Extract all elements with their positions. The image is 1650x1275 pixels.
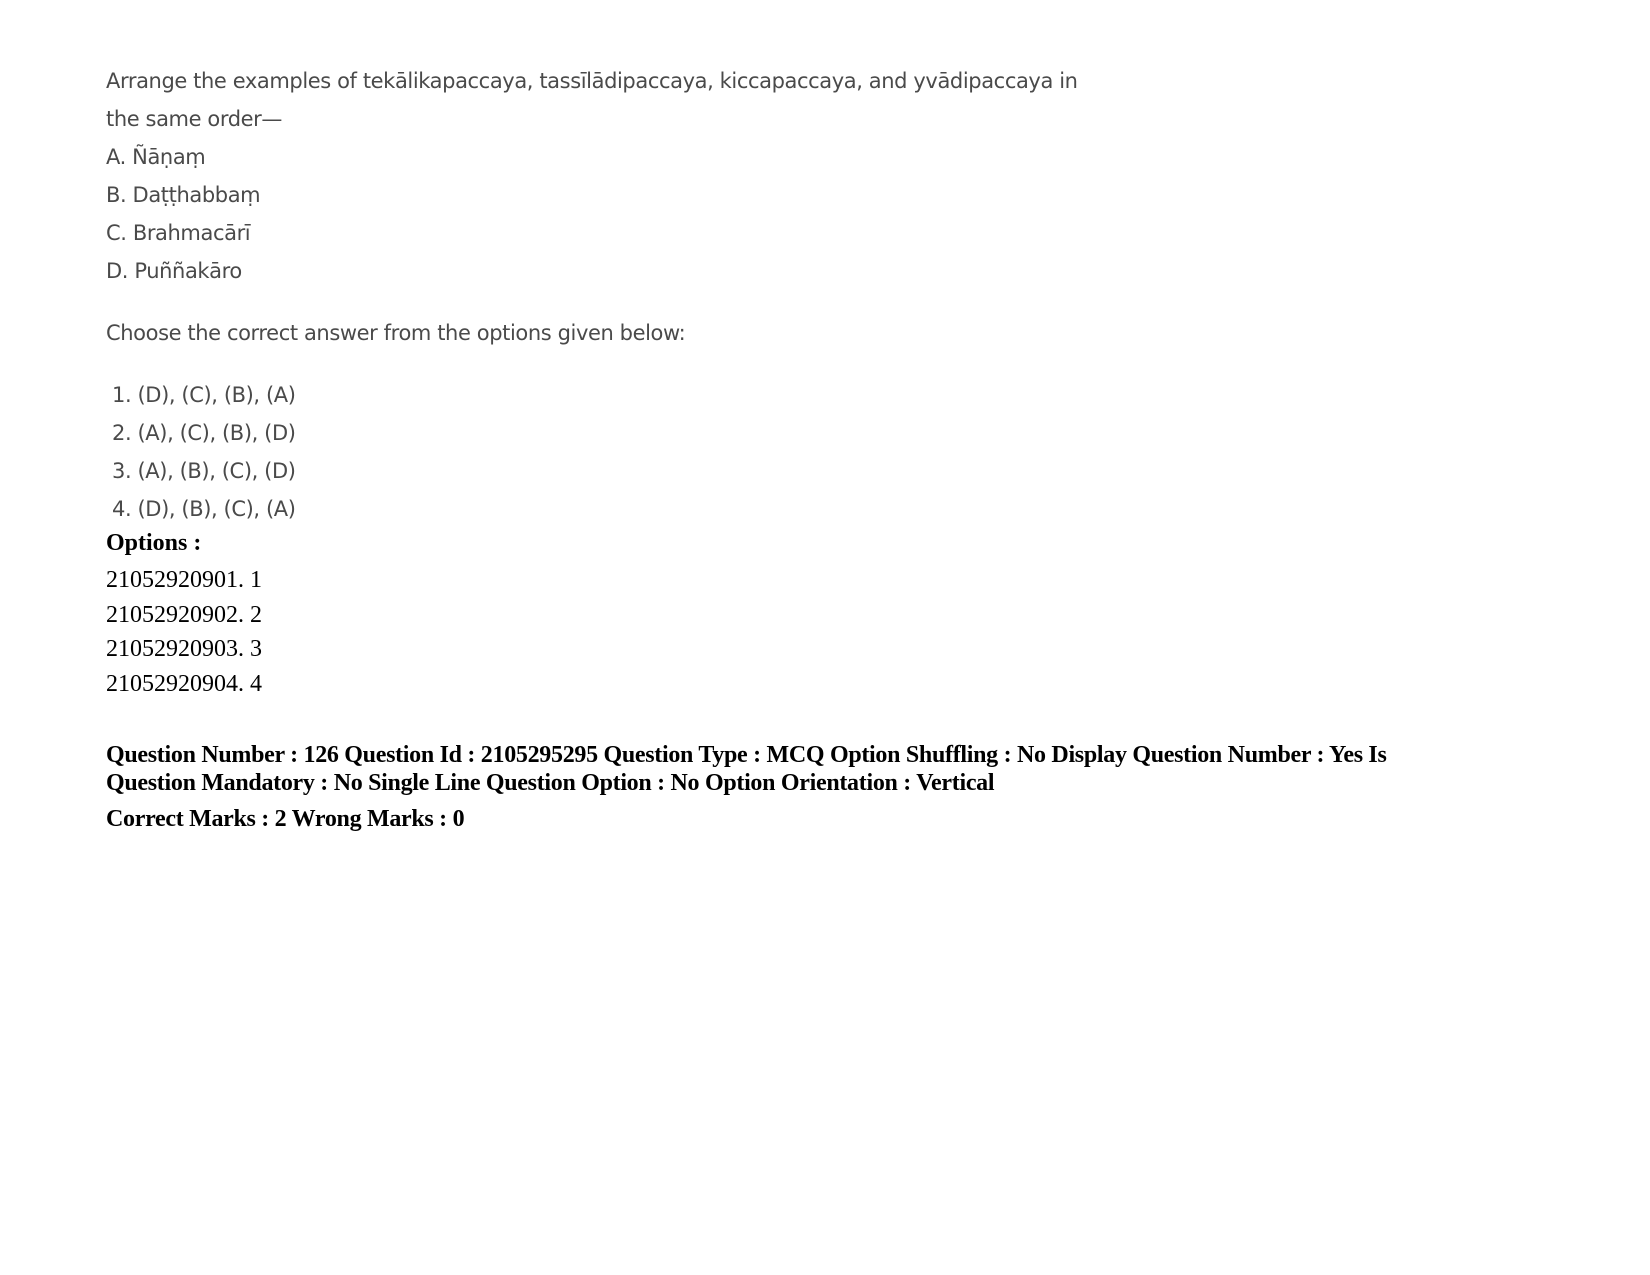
option-row-1: 21052920901. 1 (106, 567, 262, 593)
question-stem-line-1: Arrange the examples of tekālikapaccaya,… (106, 69, 1078, 93)
question-marks: Correct Marks : 2 Wrong Marks : 0 (106, 806, 465, 832)
question-item-b: B. Daṭṭhabbaṃ (106, 183, 261, 207)
option-row-3: 21052920903. 3 (106, 636, 262, 662)
question-meta-line-2: Question Mandatory : No Single Line Ques… (106, 770, 995, 796)
answer-choice-1: 1. (D), (C), (B), (A) (112, 383, 296, 407)
question-item-d: D. Puññakāro (106, 259, 242, 283)
question-instruction: Choose the correct answer from the optio… (106, 321, 686, 345)
question-stem-line-2: the same order— (106, 107, 282, 131)
option-row-4: 21052920904. 4 (106, 671, 262, 697)
option-row-2: 21052920902. 2 (106, 602, 262, 628)
answer-choice-2: 2. (A), (C), (B), (D) (112, 421, 296, 445)
answer-choice-3: 3. (A), (B), (C), (D) (112, 459, 296, 483)
options-heading: Options : (106, 530, 202, 556)
answer-choice-4: 4. (D), (B), (C), (A) (112, 497, 296, 521)
question-item-a: A. Ñāṇaṃ (106, 145, 206, 169)
question-item-c: C. Brahmacārī (106, 221, 251, 245)
